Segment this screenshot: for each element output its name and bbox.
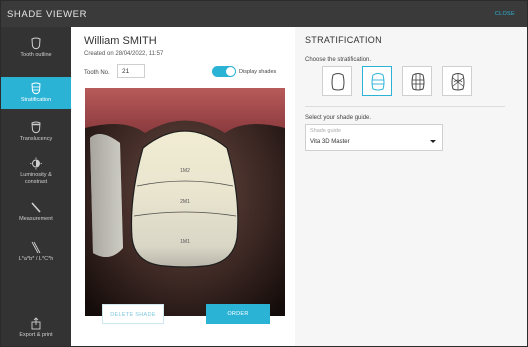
sidebar-item-label: Tooth outline bbox=[20, 52, 52, 58]
title-bar: SHADE VIEWER CLOSE bbox=[1, 1, 527, 27]
sidebar-item-luminosity[interactable]: Luminosity & constrast bbox=[1, 157, 71, 195]
sidebar-item-tooth-outline[interactable]: Tooth outline bbox=[1, 37, 71, 71]
shade-guide-subtitle: Select your shade guide. bbox=[305, 115, 372, 121]
sidebar-item-measurement[interactable]: Measurement bbox=[1, 201, 71, 229]
zone-label-top: 1M2 bbox=[180, 168, 190, 174]
patient-name: William SMITH bbox=[84, 35, 157, 47]
tooth-no-label: Tooth No. bbox=[84, 70, 110, 76]
tooth-photo-drawing: 1M2 2M1 1M1 bbox=[85, 88, 285, 316]
stratification-option-grid[interactable] bbox=[402, 66, 432, 96]
sidebar-item-translucency[interactable]: Translucency bbox=[1, 121, 71, 151]
tooth-icon bbox=[31, 37, 41, 50]
delete-shade-button[interactable]: DELETE SHADE bbox=[102, 304, 164, 324]
display-shades-toggle[interactable] bbox=[212, 66, 236, 77]
shade-guide-value: Vita 3D Master bbox=[310, 139, 350, 145]
stratification-option-custom[interactable] bbox=[442, 66, 472, 96]
sidebar-item-lab[interactable]: L*a*b* / L*C*h bbox=[1, 241, 71, 269]
luminosity-icon bbox=[30, 157, 42, 170]
created-date: Created on 28/04/2022, 11:57 bbox=[84, 51, 164, 57]
stratification-title: STRATIFICATION bbox=[305, 35, 382, 45]
section-divider bbox=[305, 106, 505, 107]
tooth-outline-icon bbox=[331, 73, 345, 91]
sidebar-item-label: Export & print bbox=[19, 332, 53, 338]
stratification-icon bbox=[31, 82, 41, 95]
tooth-photo: 1M2 2M1 1M1 bbox=[85, 88, 285, 316]
stratification-option-horizontal[interactable] bbox=[362, 66, 392, 96]
tooth-custom-zones-icon bbox=[451, 73, 465, 91]
tooth-no-input[interactable]: 21 bbox=[117, 64, 145, 78]
lab-icon bbox=[31, 241, 41, 254]
translucency-icon bbox=[31, 121, 41, 134]
display-shades-label: Display shades bbox=[239, 69, 277, 75]
main-panel: William SMITH Created on 28/04/2022, 11:… bbox=[71, 27, 295, 346]
stratification-panel: STRATIFICATION Choose the stratification… bbox=[295, 27, 527, 346]
sidebar-item-label: Measurement bbox=[19, 216, 53, 222]
zone-label-middle: 2M1 bbox=[180, 199, 190, 205]
tooth-grid-icon bbox=[411, 73, 425, 91]
zone-label-bottom: 1M1 bbox=[180, 239, 190, 245]
dropdown-arrow-icon bbox=[430, 140, 436, 143]
app-title: SHADE VIEWER bbox=[7, 9, 88, 20]
close-button[interactable]: CLOSE bbox=[495, 11, 515, 17]
sidebar-item-export[interactable]: Export & print bbox=[1, 317, 71, 345]
export-icon bbox=[31, 317, 41, 330]
sidebar-item-label: Stratification bbox=[20, 97, 52, 103]
sidebar-item-label: Translucency bbox=[19, 136, 53, 142]
tooth-horizontal-layers-icon bbox=[371, 73, 385, 91]
measurement-icon bbox=[31, 202, 41, 213]
shade-guide-placeholder: Shade guide bbox=[310, 128, 341, 134]
shade-guide-select[interactable]: Shade guide Vita 3D Master bbox=[305, 124, 443, 151]
sidebar-item-label-line1: Luminosity & bbox=[20, 172, 52, 178]
toggle-knob bbox=[226, 67, 235, 76]
stratification-subtitle: Choose the stratification. bbox=[305, 57, 372, 63]
order-button[interactable]: ORDER bbox=[206, 304, 270, 324]
sidebar-item-label-line2: constrast bbox=[24, 179, 48, 185]
sidebar-item-stratification[interactable]: Stratification bbox=[1, 77, 71, 109]
sidebar: Tooth outline Stratification Translucenc… bbox=[1, 27, 71, 346]
sidebar-item-label: L*a*b* / L*C*h bbox=[18, 256, 54, 262]
stratification-option-outline[interactable] bbox=[322, 66, 352, 96]
app-window: SHADE VIEWER CLOSE Tooth outline Stratif… bbox=[0, 0, 528, 347]
